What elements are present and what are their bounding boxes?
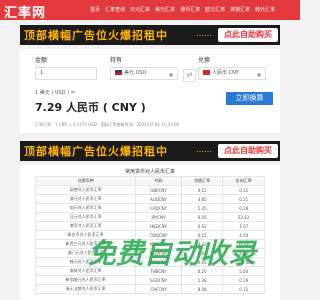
pair-link[interactable]: 港币兑人民币汇率 [34,221,137,231]
cn-flag-icon [203,70,210,75]
table-cell: 22.12 [222,212,265,222]
converter-panel: 金额 1 持有 美元 USD ▼ ⇄ 兑换 人民币 CNY ▼ 1 美元 ( U… [20,49,280,133]
nav-item-home[interactable]: 首页 [90,6,100,13]
table-cell: CHFCNY [135,284,182,294]
table-cell: 0.12 [222,284,265,294]
pair-link[interactable]: 加元兑人民币汇率 [34,203,137,213]
site-header: 汇率网 首页 汇率查询 日元汇率 美元汇率 港币汇率 欧元汇率 英镑汇率 韩元汇… [0,0,300,21]
nav-item-gbp[interactable]: 英镑汇率 [230,6,250,13]
table-cell: 4.85 [180,194,224,204]
nav-item-hkd[interactable]: 港币汇率 [180,6,200,13]
rate-base-text: 1 美元 ( USD ) = [35,90,75,96]
table-cell: 8.08 [180,284,224,294]
site-logo[interactable]: 汇率网 [4,2,46,21]
column-header: 兑换汇率 [180,176,224,186]
table-cell: GBPCNY [135,185,182,195]
table-row: 新加坡元兑人民币汇率 SGDCNY 5.38 0.19 [34,275,265,285]
table-row: 日元兑人民币汇率 JPYCNY 0.05 22.12 [34,212,265,222]
ad-banner-text: 顶部横幅广告位火爆招租中 [24,145,168,158]
update-note: 汇率汇率：1 CNY = 0.1372 USD · 国际汇率更新时间：2024-… [35,122,180,127]
nav-item-jpy[interactable]: 日元汇率 [130,6,150,13]
ad-banner-top[interactable]: 顶部横幅广告位火爆招租中 …… 点此自助购买 [20,25,280,45]
table-cell: 1.07 [222,221,265,231]
pair-link[interactable]: 英镑兑人民币汇率 [34,185,137,195]
pair-link[interactable]: 新加坡元兑人民币汇率 [34,275,137,285]
table-row: 港币兑人民币汇率 HKDCNY 0.93 1.07 [34,221,265,231]
from-currency-select[interactable]: 美元 USD ▼ [110,67,178,80]
amount-input[interactable]: 1 [35,67,97,80]
nav-item-query[interactable]: 汇率查询 [105,6,125,13]
table-row: 英镑兑人民币汇率 GBPCNY 9.22 0.11 [34,185,265,195]
watermark-text: 免费自动收录 [88,237,257,270]
table-row: 加元兑人民币汇率 CADCNY 5.35 0.19 [34,203,265,213]
from-currency-label: 持有 [110,57,123,64]
us-flag-icon [115,70,122,75]
table-cell: SGDCNY [135,275,182,285]
to-currency-label: 兑换 [198,57,211,64]
table-cell: 5.35 [180,203,224,213]
chevron-down-icon: ▼ [257,73,261,79]
nav-item-eur[interactable]: 欧元汇率 [205,6,225,13]
table-cell: 5.38 [180,275,224,285]
table-cell: 0.19 [222,203,265,213]
amount-value: 1 [40,70,44,76]
table-cell: CADCNY [135,203,182,213]
ad-banner-text: 顶部横幅广告位火爆招租中 [24,29,168,42]
conversion-result: 7.29 人民币 ( CNY ) [35,101,146,114]
table-cell: 0.93 [180,221,224,231]
ad-banner-middle[interactable]: 顶部横幅广告位火爆招租中 …… 点此自助购买 [20,141,280,161]
ad-buy-button[interactable]: 点此自助购买 [218,144,278,158]
table-cell: 0.19 [222,275,265,285]
to-currency-value: 人民币 CNY [212,70,239,76]
table-row: 澳元兑人民币汇率 AUDCNY 4.85 0.21 [34,194,265,204]
top-nav: 首页 汇率查询 日元汇率 美元汇率 港币汇率 欧元汇率 英镑汇率 韩元汇率 [90,6,275,13]
table-cell: 9.22 [180,185,224,195]
ad-banner-dots: …… [196,145,212,154]
chevron-down-icon: ▼ [169,73,173,79]
table-header-row: 兑换币种 代码 兑换汇率 反向汇率 [34,176,265,186]
column-header: 反向汇率 [222,176,265,186]
nav-item-usd[interactable]: 美元汇率 [155,6,175,13]
pair-link[interactable]: 澳元兑人民币汇率 [34,194,137,204]
table-cell: 0.21 [222,194,265,204]
amount-label: 金额 [35,57,48,64]
table-cell: 0.11 [222,185,265,195]
table-cell: HKDCNY [135,221,182,231]
convert-button[interactable]: 立即换算 [226,92,273,105]
pair-link[interactable]: 瑞士法郎兑人民币汇率 [34,284,137,294]
ad-banner-dots: …… [196,29,212,38]
table-caption: 常用货币对人民币汇率 [124,169,175,175]
to-currency-select[interactable]: 人民币 CNY ▼ [198,67,266,80]
nav-item-krw[interactable]: 韩元汇率 [255,6,275,13]
table-cell: 0.05 [180,212,224,222]
table-row: 瑞士法郎兑人民币汇率 CHFCNY 8.08 0.12 [34,284,265,294]
table-cell: JPYCNY [135,212,182,222]
column-header: 兑换币种 [34,176,137,186]
table-cell: AUDCNY [135,194,182,204]
column-header: 代码 [135,176,182,186]
from-currency-value: 美元 USD [124,70,147,76]
pair-link[interactable]: 日元兑人民币汇率 [34,212,137,222]
swap-icon[interactable]: ⇄ [183,69,196,82]
ad-buy-button[interactable]: 点此自助购买 [218,28,278,42]
